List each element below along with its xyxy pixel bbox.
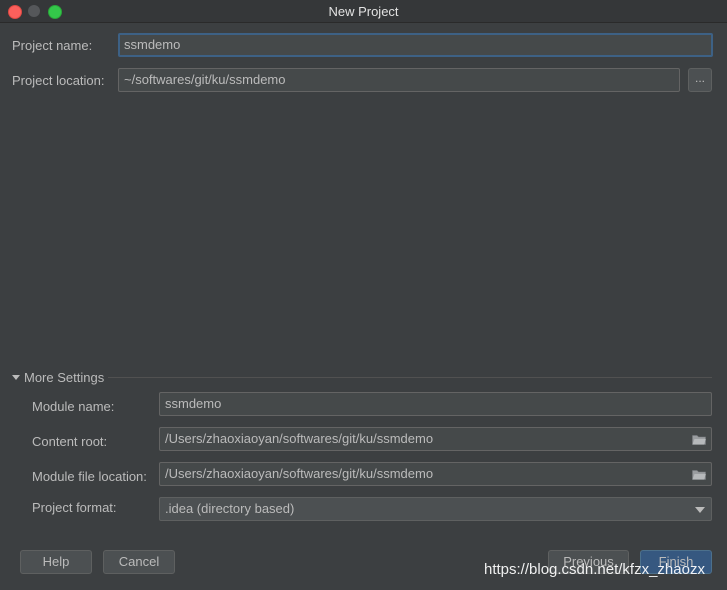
module-name-input[interactable]: ssmdemo (159, 392, 712, 416)
new-project-dialog: New Project Project name: ssmdemo Projec… (0, 0, 727, 590)
module-file-location-input[interactable]: /Users/zhaoxiaoyan/softwares/git/ku/ssmd… (159, 462, 712, 486)
project-name-label: Project name: (12, 38, 93, 53)
project-location-input[interactable]: ~/softwares/git/ku/ssmdemo (118, 68, 680, 92)
collapse-triangle-icon (12, 375, 20, 381)
browse-location-button[interactable]: ... (688, 68, 712, 92)
content-root-label: Content root: (32, 434, 108, 449)
folder-icon[interactable] (692, 434, 706, 445)
content-root-input[interactable]: /Users/zhaoxiaoyan/softwares/git/ku/ssmd… (159, 427, 712, 451)
more-settings-separator (108, 377, 712, 378)
title-bar: New Project (0, 0, 727, 23)
project-format-label: Project format: (32, 500, 117, 515)
more-settings-header: More Settings (24, 370, 105, 385)
project-format-value: .idea (directory based) (165, 501, 295, 516)
chevron-down-icon (695, 507, 705, 513)
project-name-input[interactable]: ssmdemo (118, 33, 713, 57)
help-button[interactable]: Help (20, 550, 92, 574)
project-location-label: Project location: (12, 73, 105, 88)
more-settings-toggle[interactable]: More Settings (12, 370, 104, 385)
cancel-button[interactable]: Cancel (103, 550, 175, 574)
folder-icon[interactable] (692, 469, 706, 480)
project-format-select[interactable]: .idea (directory based) (159, 497, 712, 521)
watermark-text: https://blog.csdn.net/kfzx_zhaozx (484, 561, 705, 578)
module-name-label: Module name: (32, 399, 115, 414)
content-root-value: /Users/zhaoxiaoyan/softwares/git/ku/ssmd… (165, 431, 434, 446)
window-title: New Project (328, 4, 399, 19)
module-file-location-label: Module file location: (32, 469, 147, 484)
module-file-location-value: /Users/zhaoxiaoyan/softwares/git/ku/ssmd… (165, 466, 434, 481)
